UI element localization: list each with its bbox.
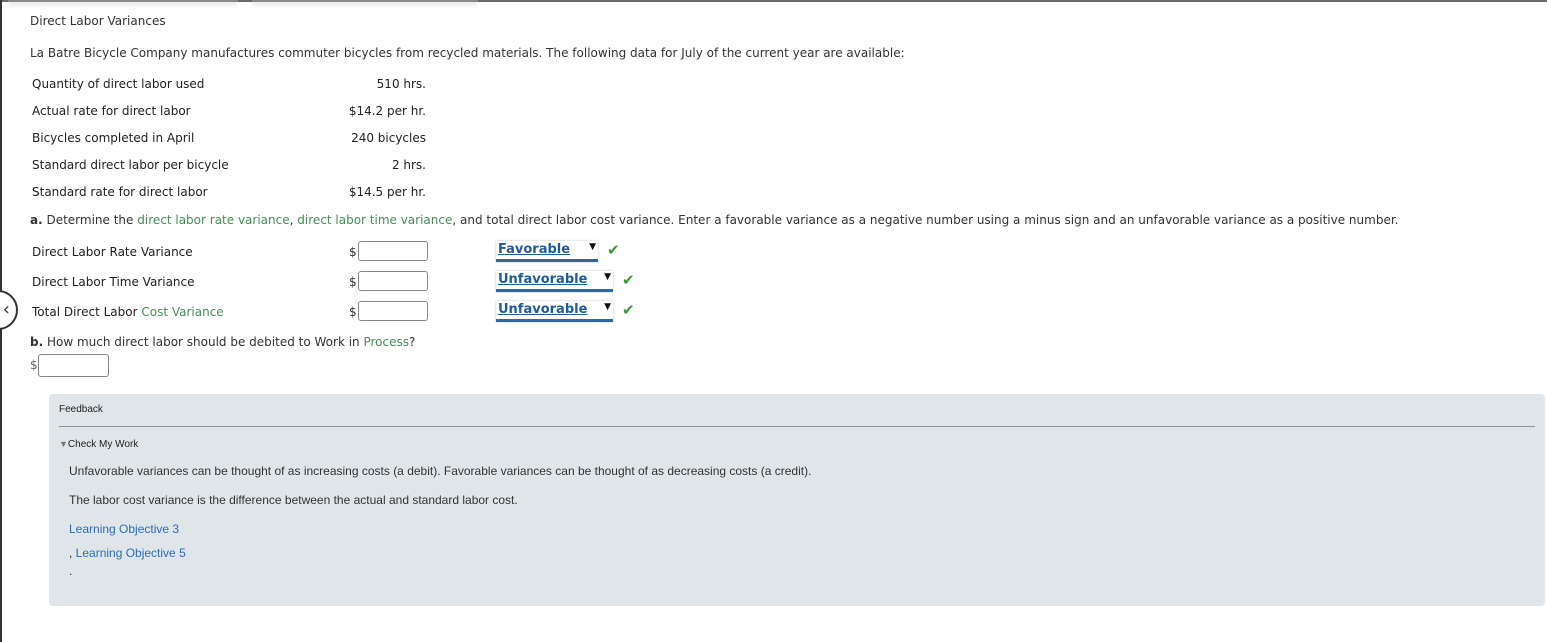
given-value: 2 hrs.: [391, 158, 426, 172]
answer-row-time-variance: Direct Labor Time Variance $ Unfavorable…: [32, 271, 652, 295]
part-a-text: , and total direct labor cost variance. …: [452, 213, 1399, 227]
given-row: Actual rate for direct labor $14.2 per h…: [32, 104, 426, 120]
given-label: Quantity of direct labor used: [32, 77, 205, 91]
currency-symbol: $: [349, 305, 357, 319]
given-row: Standard rate for direct labor $14.5 per…: [32, 185, 426, 201]
checkmark-icon: ✔: [622, 301, 635, 319]
answer-label: Total Direct Labor Cost Variance: [32, 305, 224, 319]
separator: ,: [69, 546, 76, 560]
feedback-title: Feedback: [59, 404, 103, 415]
check-my-work-label: Check My Work: [67, 439, 139, 450]
given-row: Standard direct labor per bicycle 2 hrs.: [32, 158, 426, 174]
time-variance-input[interactable]: [358, 271, 428, 291]
feedback-paragraph: The labor cost variance is the differenc…: [69, 493, 518, 507]
total-variance-input[interactable]: [358, 301, 428, 321]
part-b-suffix: ?: [409, 335, 416, 349]
given-row: Bicycles completed in April 240 bicycles: [32, 131, 426, 147]
currency-symbol: $: [30, 358, 38, 372]
given-value: $14.2 per hr.: [348, 104, 426, 118]
learning-objective-link[interactable]: Learning Objective 5: [76, 546, 186, 560]
answer-label-text: Total Direct Labor: [32, 305, 142, 319]
checkmark-icon: ✔: [622, 271, 635, 289]
rate-variance-input[interactable]: [358, 241, 428, 261]
tab-2[interactable]: [252, 0, 478, 2]
work-in-process-input[interactable]: [38, 354, 109, 377]
part-b-text: How much direct labor should be debited …: [43, 335, 364, 349]
given-label: Standard rate for direct labor: [32, 185, 208, 199]
triangle-down-icon: ▼: [59, 439, 68, 449]
given-label: Actual rate for direct labor: [32, 104, 191, 118]
given-value: $14.5 per hr.: [348, 185, 426, 199]
end-mark: .: [69, 564, 73, 578]
answer-label: Direct Labor Rate Variance: [32, 245, 193, 259]
answer-row-total-variance: Total Direct Labor Cost Variance $ Unfav…: [32, 301, 652, 325]
part-b-letter: b.: [30, 335, 44, 349]
glossary-link-time-variance[interactable]: direct labor time variance: [297, 213, 452, 227]
feedback-divider: [59, 426, 1535, 427]
select-value: Favorable: [498, 242, 571, 257]
given-row: Quantity of direct labor used 510 hrs.: [32, 77, 426, 93]
feedback-paragraph: Unfavorable variances can be thought of …: [69, 464, 812, 478]
currency-symbol: $: [349, 275, 357, 289]
currency-symbol: $: [349, 245, 357, 259]
given-label: Standard direct labor per bicycle: [32, 158, 229, 172]
part-a-text: Determine the: [42, 213, 138, 227]
page-title: Direct Labor Variances: [30, 14, 166, 28]
select-value: Unfavorable: [498, 302, 588, 317]
rate-variance-select[interactable]: Favorable ▼: [496, 241, 598, 262]
part-a-letter: a.: [30, 213, 43, 227]
tab-1[interactable]: [8, 0, 238, 2]
dropdown-caret-icon: ▼: [604, 302, 611, 312]
total-variance-select[interactable]: Unfavorable ▼: [496, 301, 613, 322]
answer-label: Direct Labor Time Variance: [32, 275, 195, 289]
given-label: Bicycles completed in April: [32, 131, 195, 145]
collapse-panel-button[interactable]: ‹: [0, 290, 18, 330]
part-b-question: b. How much direct labor should be debit…: [30, 335, 415, 349]
glossary-link-process[interactable]: Process: [363, 335, 409, 349]
part-a-instructions: a. Determine the direct labor rate varia…: [30, 213, 1398, 227]
dropdown-caret-icon: ▼: [589, 242, 596, 252]
answer-row-rate-variance: Direct Labor Rate Variance $ Favorable ▼…: [32, 241, 652, 265]
checkmark-icon: ✔: [607, 241, 620, 259]
problem-intro: La Batre Bicycle Company manufactures co…: [30, 46, 905, 60]
glossary-link-cost-variance[interactable]: Cost Variance: [141, 305, 223, 319]
given-value: 240 bicycles: [351, 131, 426, 145]
check-my-work-toggle[interactable]: ▼Check My Work: [59, 439, 138, 450]
given-value: 510 hrs.: [376, 77, 426, 91]
select-value: Unfavorable: [498, 272, 588, 287]
chevron-left-icon: ‹: [2, 299, 10, 320]
learning-objective-row: , Learning Objective 5: [69, 546, 186, 560]
learning-objective-link[interactable]: Learning Objective 3: [69, 522, 179, 536]
glossary-link-rate-variance[interactable]: direct labor rate variance: [137, 213, 289, 227]
time-variance-select[interactable]: Unfavorable ▼: [496, 271, 613, 292]
feedback-panel: Feedback ▼Check My Work Unfavorable vari…: [49, 394, 1545, 606]
dropdown-caret-icon: ▼: [604, 272, 611, 282]
